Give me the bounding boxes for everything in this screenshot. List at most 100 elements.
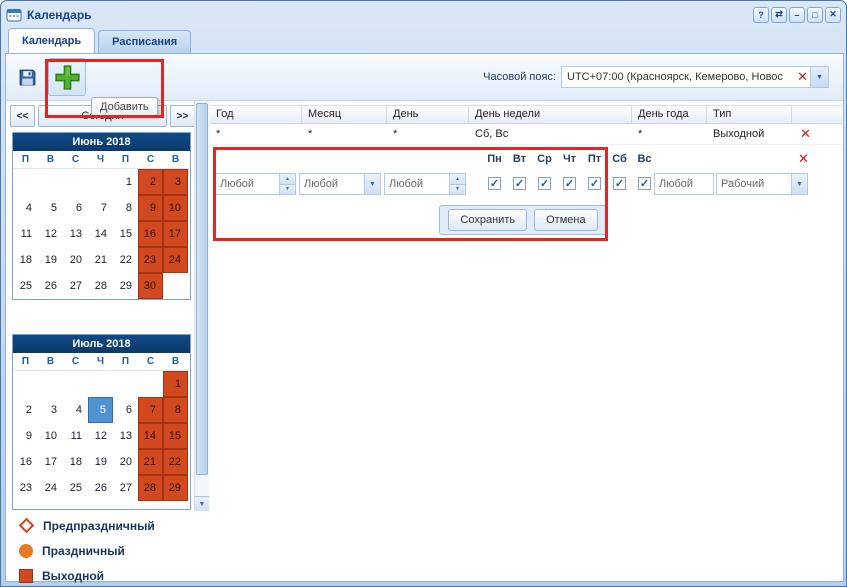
tab-calendar[interactable]: Календарь bbox=[8, 28, 95, 53]
calendar-day[interactable]: 7 bbox=[88, 195, 113, 221]
weekday-checkbox[interactable]: ✓ bbox=[538, 177, 551, 190]
calendar-day[interactable]: 13 bbox=[113, 423, 138, 449]
scrollbar-down-button[interactable]: ▼ bbox=[195, 496, 209, 511]
delete-row-icon[interactable]: ✕ bbox=[800, 128, 811, 141]
calendar-day[interactable]: 1 bbox=[113, 169, 138, 195]
calendar-day[interactable]: 25 bbox=[13, 273, 38, 299]
type-dropdown-trigger[interactable]: ▼ bbox=[791, 173, 808, 195]
cancel-button[interactable]: Отмена bbox=[534, 209, 597, 231]
type-input[interactable] bbox=[716, 173, 791, 195]
column-header[interactable]: Тип bbox=[707, 106, 792, 123]
calendar-day[interactable]: 23 bbox=[13, 475, 38, 501]
weekday-checkbox[interactable]: ✓ bbox=[613, 177, 626, 190]
timezone-clear-icon[interactable]: ✕ bbox=[797, 71, 808, 84]
calendar-day[interactable]: 21 bbox=[88, 247, 113, 273]
calendar-day[interactable]: 8 bbox=[163, 397, 188, 423]
weekday-checkbox[interactable]: ✓ bbox=[488, 177, 501, 190]
month-dropdown-trigger[interactable]: ▼ bbox=[364, 173, 381, 195]
close-button[interactable]: ✕ bbox=[825, 7, 841, 23]
year-input[interactable] bbox=[215, 173, 279, 195]
weekday-checkbox[interactable]: ✓ bbox=[513, 177, 526, 190]
calendar-day[interactable]: 30 bbox=[13, 501, 38, 510]
column-header[interactable]: Месяц bbox=[302, 106, 387, 123]
calendar-day[interactable]: 18 bbox=[13, 247, 38, 273]
calendar-day[interactable]: 31 bbox=[38, 501, 63, 510]
calendar-day[interactable]: 19 bbox=[38, 247, 63, 273]
calendar-day[interactable]: 15 bbox=[163, 423, 188, 449]
calendar-day[interactable]: 22 bbox=[163, 449, 188, 475]
calendar-day[interactable]: 2 bbox=[138, 169, 163, 195]
year-spinner[interactable]: ▲ ▼ bbox=[279, 173, 296, 195]
calendar-day[interactable]: 3 bbox=[38, 397, 63, 423]
table-row[interactable]: ***Сб, Вс*Выходной✕ bbox=[210, 124, 842, 145]
calendar-day[interactable]: 27 bbox=[113, 475, 138, 501]
calendar-day[interactable]: 15 bbox=[113, 221, 138, 247]
tab-schedules[interactable]: Расписания bbox=[98, 30, 191, 53]
spinner-down-icon[interactable]: ▼ bbox=[280, 185, 295, 195]
calendar-day[interactable]: 7 bbox=[138, 397, 163, 423]
calendar-day[interactable]: 14 bbox=[88, 221, 113, 247]
editor-delete-icon[interactable]: ✕ bbox=[798, 153, 809, 166]
calendar-day[interactable]: 10 bbox=[38, 423, 63, 449]
calendar-day[interactable]: 2 bbox=[13, 397, 38, 423]
calendar-day[interactable]: 29 bbox=[163, 475, 188, 501]
month-input[interactable] bbox=[299, 173, 364, 195]
add-button[interactable] bbox=[48, 58, 86, 96]
calendar-day[interactable]: 24 bbox=[163, 247, 188, 273]
column-header[interactable]: День bbox=[387, 106, 469, 123]
calendar-day[interactable]: 29 bbox=[113, 273, 138, 299]
calendar-day[interactable]: 16 bbox=[138, 221, 163, 247]
sidebar-scrollbar[interactable]: ▼ bbox=[194, 101, 209, 511]
calendar-day[interactable]: 6 bbox=[63, 195, 88, 221]
day-spinner[interactable]: ▲ ▼ bbox=[449, 173, 466, 195]
calendar-day[interactable]: 19 bbox=[88, 449, 113, 475]
weekday-checkbox[interactable]: ✓ bbox=[563, 177, 576, 190]
calendar-day[interactable]: 25 bbox=[63, 475, 88, 501]
column-header[interactable]: День недели bbox=[469, 106, 632, 123]
refresh-button[interactable]: ⇄ bbox=[771, 7, 787, 23]
calendar-day[interactable]: 12 bbox=[88, 423, 113, 449]
spinner-up-icon[interactable]: ▲ bbox=[450, 174, 465, 185]
calendar-day[interactable]: 17 bbox=[163, 221, 188, 247]
calendar-day[interactable]: 1 bbox=[163, 371, 188, 397]
save-rule-button[interactable]: Сохранить bbox=[448, 209, 527, 231]
calendar-day[interactable]: 20 bbox=[113, 449, 138, 475]
calendar-day[interactable]: 4 bbox=[13, 195, 38, 221]
timezone-input[interactable]: UTC+07:00 (Красноярск, Кемерово, Новос ✕ bbox=[561, 66, 811, 88]
calendar-day[interactable]: 3 bbox=[163, 169, 188, 195]
calendar-day[interactable]: 23 bbox=[138, 247, 163, 273]
calendar-day[interactable]: 16 bbox=[13, 449, 38, 475]
calendar-day[interactable]: 28 bbox=[88, 273, 113, 299]
column-header[interactable]: День года bbox=[632, 106, 707, 123]
timezone-dropdown-trigger[interactable]: ▼ bbox=[811, 66, 829, 88]
day-input[interactable] bbox=[384, 173, 449, 195]
calendar-day[interactable]: 28 bbox=[138, 475, 163, 501]
calendar-day[interactable]: 11 bbox=[63, 423, 88, 449]
save-button[interactable] bbox=[14, 64, 40, 90]
spinner-up-icon[interactable]: ▲ bbox=[280, 174, 295, 185]
calendar-day[interactable]: 14 bbox=[138, 423, 163, 449]
calendar-day[interactable]: 22 bbox=[113, 247, 138, 273]
calendar-day[interactable]: 26 bbox=[88, 475, 113, 501]
spinner-down-icon[interactable]: ▼ bbox=[450, 185, 465, 195]
next-month-button[interactable]: >> bbox=[170, 105, 195, 127]
calendar-day[interactable]: 24 bbox=[38, 475, 63, 501]
calendar-day[interactable]: 18 bbox=[63, 449, 88, 475]
calendar-day[interactable]: 4 bbox=[63, 397, 88, 423]
calendar-day[interactable]: 17 bbox=[38, 449, 63, 475]
calendar-day[interactable]: 6 bbox=[113, 397, 138, 423]
calendar-day[interactable]: 5 bbox=[88, 397, 113, 423]
maximize-button[interactable]: □ bbox=[807, 7, 823, 23]
calendar-day[interactable]: 12 bbox=[38, 221, 63, 247]
calendar-day[interactable]: 9 bbox=[13, 423, 38, 449]
calendar-day[interactable]: 9 bbox=[138, 195, 163, 221]
calendar-day[interactable]: 27 bbox=[63, 273, 88, 299]
scrollbar-thumb[interactable] bbox=[196, 103, 208, 475]
weekday-checkbox[interactable]: ✓ bbox=[588, 177, 601, 190]
calendar-day[interactable]: 13 bbox=[63, 221, 88, 247]
calendar-day[interactable]: 11 bbox=[13, 221, 38, 247]
calendar-day[interactable]: 10 bbox=[163, 195, 188, 221]
minimize-button[interactable]: – bbox=[789, 7, 805, 23]
calendar-day[interactable]: 5 bbox=[38, 195, 63, 221]
calendar-day[interactable]: 20 bbox=[63, 247, 88, 273]
